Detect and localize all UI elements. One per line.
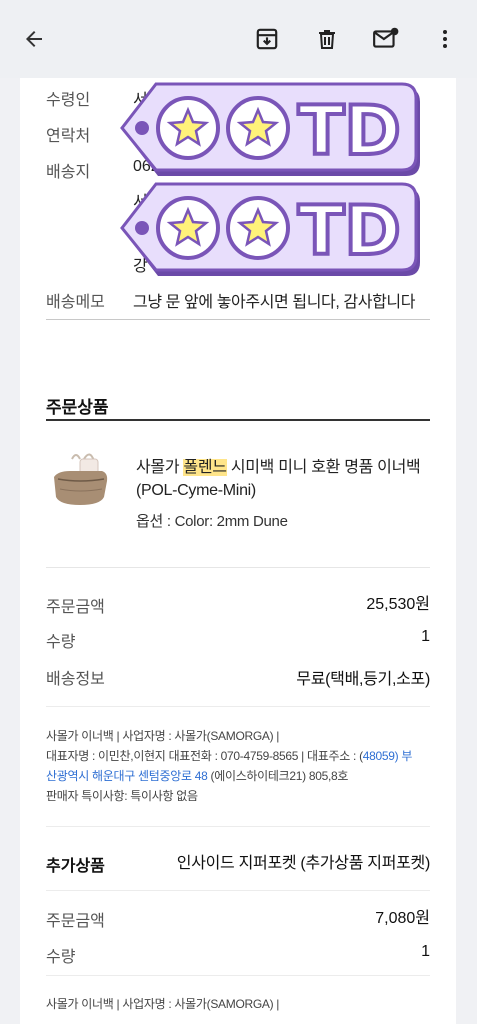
sticker-text: TD bbox=[298, 92, 401, 171]
divider bbox=[46, 826, 430, 827]
extra-seller-line: 사몰가 이너백 | 사업자명 : 사몰가(SAMORGA) | bbox=[46, 997, 280, 1011]
section-divider bbox=[46, 419, 430, 421]
seller-line: 대표자명 : 이민찬,이현지 대표전화 : 070-4759-8565 | 대표… bbox=[46, 749, 413, 763]
divider bbox=[46, 319, 430, 320]
qty-value: 1 bbox=[421, 628, 430, 645]
contact-label: 연락처 bbox=[46, 128, 91, 145]
top-app-bar bbox=[0, 0, 477, 78]
seller-line: 판매자 특이사항: 특이사항 없음 bbox=[46, 789, 198, 803]
seller-info: 사몰가 이너백 | 사업자명 : 사몰가(SAMORGA) | 대표자명 : 이… bbox=[46, 726, 436, 806]
extra-amount-value: 7,080원 bbox=[375, 910, 430, 927]
address-link[interactable]: 산광역시 해운대구 센텀중앙로 48 bbox=[46, 769, 208, 783]
extra-qty-value: 1 bbox=[421, 943, 430, 960]
memo-label: 배송메모 bbox=[46, 294, 105, 311]
order-amount-value: 25,530원 bbox=[366, 596, 430, 613]
shipping-label: 배송정보 bbox=[46, 671, 105, 688]
product-option: 옵션 : Color: 2mm Dune bbox=[136, 513, 288, 530]
divider bbox=[46, 975, 430, 976]
back-arrow-icon[interactable] bbox=[17, 22, 51, 56]
qty-label: 수량 bbox=[46, 634, 76, 651]
product-thumbnail[interactable] bbox=[50, 449, 110, 513]
td-sticker: TD bbox=[120, 182, 420, 276]
sticker-text: TD bbox=[298, 192, 401, 271]
product-name-highlight: 폴렌느 bbox=[183, 459, 227, 476]
delete-icon[interactable] bbox=[310, 22, 344, 56]
extra-amount-label: 주문금액 bbox=[46, 913, 105, 930]
product-name[interactable]: 사몰가 폴렌느 시미백 미니 호환 명품 이너백 bbox=[136, 453, 421, 477]
extra-qty-label: 수량 bbox=[46, 949, 76, 966]
address-label: 배송지 bbox=[46, 164, 91, 181]
archive-icon[interactable] bbox=[250, 22, 284, 56]
memo-value: 그냥 문 앞에 놓아주시면 됩니다, 감사합니다 bbox=[133, 294, 416, 311]
divider bbox=[46, 706, 430, 707]
seller-line: 사몰가 이너백 | 사업자명 : 사몰가(SAMORGA) | bbox=[46, 729, 280, 743]
order-section-title: 주문상품 bbox=[46, 398, 109, 417]
order-amount-label: 주문금액 bbox=[46, 599, 105, 616]
product-model: (POL-Cyme-Mini) bbox=[136, 482, 256, 499]
extra-product-name[interactable]: 인사이드 지퍼포켓 (추가상품 지퍼포켓) bbox=[177, 849, 431, 873]
divider bbox=[46, 567, 430, 568]
extra-section-title: 추가상품 bbox=[46, 858, 105, 875]
address-link[interactable]: 48059) 부 bbox=[363, 749, 413, 763]
td-sticker: TD bbox=[120, 82, 420, 176]
shipping-value: 무료(택배,등기,소포) bbox=[296, 671, 430, 688]
seller-line: 산광역시 해운대구 센텀중앙로 48 (에이스하이테크21) 805,8호 bbox=[46, 769, 349, 783]
divider bbox=[46, 890, 430, 891]
mark-unread-icon[interactable] bbox=[369, 22, 403, 56]
recipient-label: 수령인 bbox=[46, 92, 91, 109]
more-vert-icon[interactable] bbox=[428, 22, 462, 56]
